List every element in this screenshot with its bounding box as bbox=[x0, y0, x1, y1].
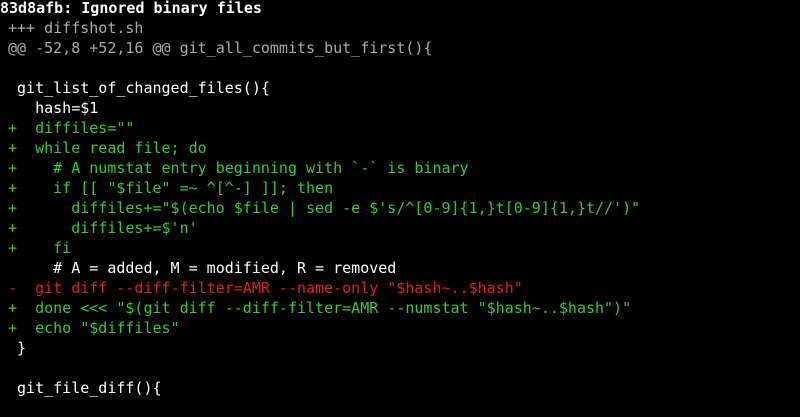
terminal-window[interactable]: 83d8afb: Ignored binary files +++ diffsh… bbox=[0, 0, 800, 417]
diff-context-line: } bbox=[8, 339, 27, 357]
diff-added-line: + # A numstat entry beginning with `-` i… bbox=[8, 159, 469, 177]
diff-added-line: + diffiles+="$(echo $file | sed -e $'s/^… bbox=[8, 199, 641, 217]
commit-title: 83d8afb: Ignored binary files bbox=[0, 0, 262, 17]
diff-added-line: + diffiles+=$'n' bbox=[8, 219, 198, 237]
diff-context-line: # A = added, M = modified, R = removed bbox=[8, 259, 397, 277]
diff-context-line: git_file_diff(){ bbox=[8, 379, 162, 397]
diff-header-line: @@ -52,8 +52,16 @@ git_all_commits_but_f… bbox=[8, 39, 433, 57]
diff-context-line: git_list_of_changed_files(){ bbox=[8, 79, 270, 97]
diff-added-line: + echo "$diffiles" bbox=[8, 319, 180, 337]
diff-header-line: +++ diffshot.sh bbox=[8, 19, 144, 37]
diff-added-line: + done <<< "$(git diff --diff-filter=AMR… bbox=[8, 299, 632, 317]
diff-context-line: hash=$1 bbox=[8, 99, 99, 117]
diff-added-line: + fi bbox=[8, 239, 72, 257]
diff-added-line: + if [[ "$file" =~ ^[^-] ]]; then bbox=[8, 179, 334, 197]
diff-removed-line: - git diff --diff-filter=AMR --name-only… bbox=[8, 279, 523, 297]
diff-added-line: + diffiles="" bbox=[8, 119, 135, 137]
diff-added-line: + while read file; do bbox=[8, 139, 207, 157]
